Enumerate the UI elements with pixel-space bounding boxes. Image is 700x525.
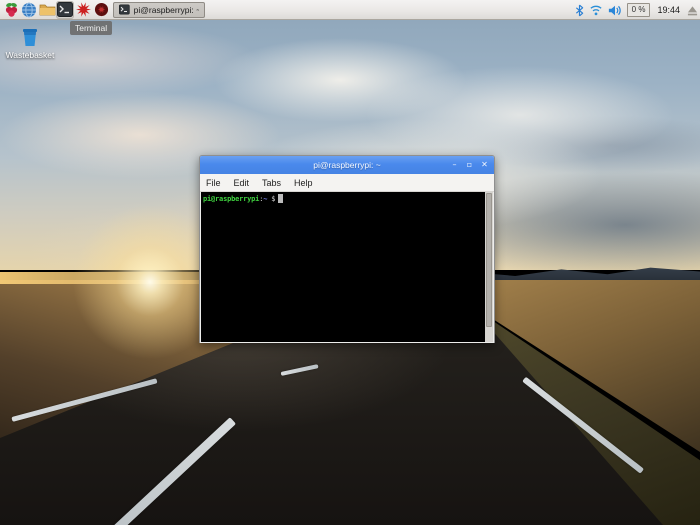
clock[interactable]: 19:44 [655, 5, 682, 15]
taskbar-window-button[interactable]: pi@raspberrypi: ~ [113, 1, 205, 18]
mathematica-launcher[interactable] [74, 1, 92, 19]
file-manager-launcher[interactable] [38, 1, 56, 19]
close-button[interactable]: ✕ [479, 160, 490, 171]
window-controls: – ▫ ✕ [449, 156, 490, 174]
taskbar-window-label: pi@raspberrypi: ~ [133, 4, 199, 15]
window-titlebar[interactable]: pi@raspberrypi: ~ – ▫ ✕ [200, 156, 494, 174]
screen: Wastebasket pi@raspberrypi: ~ 0 % 19:44 … [0, 0, 700, 525]
taskbar-status-area: 0 % 19:44 [575, 0, 698, 20]
scrollbar-thumb[interactable] [486, 193, 492, 327]
maximize-button[interactable]: ▫ [464, 160, 475, 171]
browser-launcher[interactable] [20, 1, 38, 19]
tooltip: Terminal [70, 21, 113, 35]
wastebasket-icon [23, 29, 37, 46]
terminal-mini-icon [119, 4, 130, 15]
minimize-button[interactable]: – [449, 160, 460, 171]
terminal-screen[interactable]: pi@raspberrypi:~ $ [201, 192, 485, 342]
menu-file[interactable]: File [206, 178, 221, 188]
menu-tabs[interactable]: Tabs [262, 178, 281, 188]
terminal-window: pi@raspberrypi: ~ – ▫ ✕ File Edit Tabs H… [199, 155, 495, 343]
cpu-monitor[interactable]: 0 % [626, 3, 651, 17]
wastebasket-label: Wastebasket [5, 50, 55, 60]
terminal-scrollbar[interactable] [485, 192, 493, 342]
menu-help[interactable]: Help [294, 178, 313, 188]
wifi-icon[interactable] [589, 4, 603, 16]
bluetooth-icon[interactable] [575, 4, 584, 17]
terminal-body: pi@raspberrypi:~ $ [200, 192, 494, 343]
volume-icon[interactable] [608, 4, 622, 17]
mathematica-spikey-icon [75, 2, 91, 17]
taskbar-launchers: pi@raspberrypi: ~ [0, 0, 205, 19]
globe-icon [22, 2, 36, 17]
wolfram-launcher[interactable] [92, 1, 110, 19]
terminal-launcher[interactable] [56, 0, 74, 19]
eject-icon[interactable] [687, 5, 698, 16]
desktop-icon-wastebasket[interactable]: Wastebasket [4, 26, 56, 60]
taskbar: pi@raspberrypi: ~ 0 % 19:44 [0, 0, 700, 20]
prompt-symbol: $ [267, 195, 276, 203]
folder-icon [39, 4, 55, 16]
window-menubar: File Edit Tabs Help [200, 174, 494, 192]
terminal-cursor [278, 194, 284, 203]
wolfram-icon [94, 2, 108, 17]
terminal-icon [57, 2, 73, 17]
menu-edit[interactable]: Edit [234, 178, 250, 188]
raspberry-icon [5, 2, 17, 17]
menu-raspberry-icon[interactable] [2, 1, 20, 19]
prompt-user-host: pi@raspberrypi [203, 195, 260, 203]
window-title: pi@raspberrypi: ~ [313, 160, 381, 170]
